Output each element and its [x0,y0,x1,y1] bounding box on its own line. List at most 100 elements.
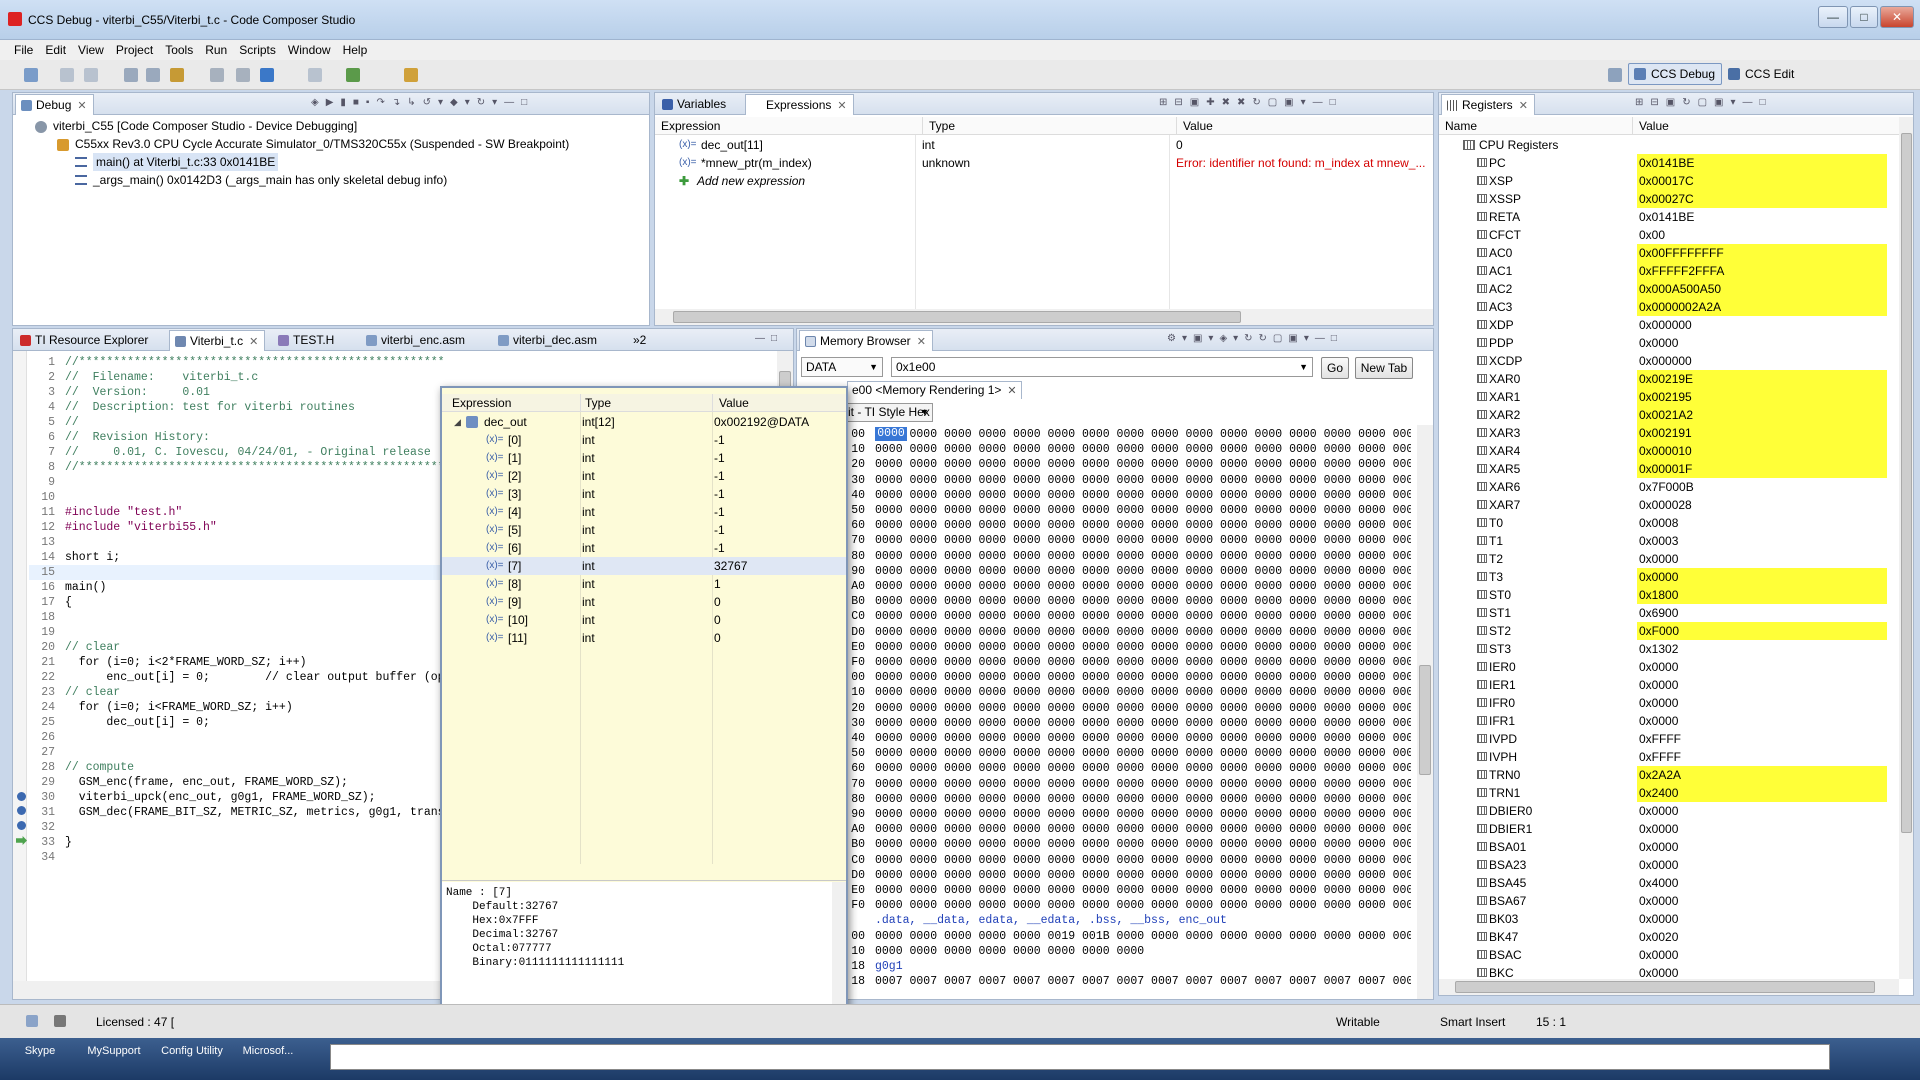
breakpoint-icon[interactable] [17,821,26,830]
register-value[interactable]: 0x2A2A [1637,766,1887,784]
close-icon[interactable]: ✕ [249,336,258,348]
register-row[interactable]: XDP 0x000000 [1439,316,1895,334]
register-value[interactable]: 0x4000 [1637,874,1887,892]
register-value[interactable]: 0x000010 [1637,442,1887,460]
minimize-button[interactable]: — [1818,6,1848,28]
memory-selected-word[interactable]: 0000 [875,427,907,441]
tab-ti-resource-explorer[interactable]: TI Resource Explorer [15,330,154,351]
menu-view[interactable]: View [78,43,104,57]
scroll-thumb[interactable] [1901,133,1912,833]
register-row[interactable]: XAR6 0x7F000B [1439,478,1895,496]
register-value[interactable]: 0x0141BE [1637,154,1887,172]
close-icon[interactable]: ✕ [917,336,926,348]
registers-hscroll[interactable] [1439,979,1899,995]
tab-overflow[interactable]: »2 [627,330,652,351]
register-row[interactable]: PDP 0x0000 [1439,334,1895,352]
register-value[interactable]: 0xFFFF [1637,748,1887,766]
col-expression[interactable]: Expression [661,117,720,135]
build-icon[interactable] [124,68,138,82]
register-value[interactable]: 0x00001F [1637,460,1887,478]
hover-root-row[interactable]: ◢ dec_out int[12] 0x002192@DATA [442,413,846,431]
register-row[interactable]: CFCT 0x00 [1439,226,1895,244]
taskbar-skype[interactable]: Skype [0,1040,80,1078]
add-expression-row[interactable]: ✚ Add new expression [655,172,1433,190]
hover-item-row[interactable]: (x)= [10] int 0 [442,611,846,629]
register-value[interactable]: 0x00027C [1637,190,1887,208]
register-value[interactable]: 0x0000 [1637,334,1887,352]
expressions-toolbar-icons[interactable]: ⊞⊟▣✚✖✖↻▢▣▾—□ [1159,97,1433,111]
hover-item-row[interactable]: (x)= [11] int 0 [442,629,846,647]
register-row[interactable]: DBIER1 0x0000 [1439,820,1895,838]
register-row[interactable]: XCDP 0x000000 [1439,352,1895,370]
register-value[interactable]: 0x0000 [1637,802,1887,820]
register-value[interactable]: 0x002191 [1637,424,1887,442]
register-row[interactable]: IVPH 0xFFFF [1439,748,1895,766]
register-value[interactable]: 0x0141BE [1637,208,1887,226]
hover-item-row[interactable]: (x)= [6] int -1 [442,539,846,557]
register-row[interactable]: ST2 0xF000 [1439,622,1895,640]
col-type[interactable]: Type [580,394,611,412]
register-row[interactable]: AC1 0xFFFFF2FFFA [1439,262,1895,280]
register-row[interactable]: TRN0 0x2A2A [1439,766,1895,784]
register-value[interactable]: 0x0000 [1637,694,1887,712]
menu-run[interactable]: Run [205,43,227,57]
debug-status-icon[interactable] [26,1015,38,1027]
tab-viterbi-dec-asm[interactable]: viterbi_dec.asm [493,330,603,351]
register-value[interactable]: 0x000028 [1637,496,1887,514]
register-value[interactable]: 0x0000 [1637,892,1887,910]
register-row[interactable]: T3 0x0000 [1439,568,1895,586]
memory-address-input[interactable]: 0x1e00 ▼ [891,357,1313,377]
register-value[interactable]: 0x0000 [1637,820,1887,838]
tab-debug[interactable]: Debug ✕ [15,94,94,115]
expressions-hscroll[interactable] [655,309,1433,325]
register-row[interactable]: BSAC 0x0000 [1439,946,1895,964]
edit-icon[interactable] [404,68,418,82]
menu-scripts[interactable]: Scripts [239,43,276,57]
register-value[interactable]: 0x00219E [1637,370,1887,388]
build-config-icon[interactable] [146,68,160,82]
run-external-icon[interactable] [346,68,360,82]
scroll-thumb[interactable] [1455,981,1875,993]
register-row[interactable]: XAR4 0x000010 [1439,442,1895,460]
hover-item-row[interactable]: (x)= [9] int 0 [442,593,846,611]
tab-variables[interactable]: Variables [657,94,732,115]
save-icon[interactable] [60,68,74,82]
memory-vscroll[interactable] [1417,425,1433,999]
col-expression[interactable]: Expression [452,394,511,412]
new-tab-button[interactable]: New Tab [1355,357,1413,379]
register-value[interactable]: 0x0008 [1637,514,1887,532]
register-row[interactable]: ST0 0x1800 [1439,586,1895,604]
tab-test-h[interactable]: TEST.H [273,330,340,351]
close-icon[interactable]: ✕ [1007,385,1016,397]
close-icon[interactable]: ✕ [837,100,846,112]
register-value[interactable]: 0x0003 [1637,532,1887,550]
debug-toolbar-icons[interactable]: ◈▶▮■▪↷↴↳↺▾◆▾↻▾—□ [311,97,649,111]
register-row[interactable]: ST3 0x1302 [1439,640,1895,658]
registers-toolbar-icons[interactable]: ⊞⊟▣↻▢▣▾—□ [1635,97,1913,111]
tab-expressions[interactable]: Expressions ✕ [745,94,854,115]
register-row[interactable]: XAR3 0x002191 [1439,424,1895,442]
register-value[interactable]: 0x0000 [1637,658,1887,676]
taskbar-microsoft[interactable]: Microsof... [228,1040,308,1078]
register-row[interactable]: XAR2 0x0021A2 [1439,406,1895,424]
hover-item-row[interactable]: (x)= [0] int -1 [442,431,846,449]
register-value[interactable]: 0x1800 [1637,586,1887,604]
menu-edit[interactable]: Edit [45,43,66,57]
menu-help[interactable]: Help [343,43,368,57]
register-row[interactable]: XAR0 0x00219E [1439,370,1895,388]
col-name[interactable]: Name [1445,117,1477,135]
taskbar-config-utility[interactable]: Config Utility [152,1040,232,1078]
register-value[interactable]: 0xF000 [1637,622,1887,640]
register-row[interactable]: BSA45 0x4000 [1439,874,1895,892]
register-row[interactable]: BK47 0x0020 [1439,928,1895,946]
register-row[interactable]: PC 0x0141BE [1439,154,1895,172]
register-value[interactable]: 0x0021A2 [1637,406,1887,424]
register-value[interactable]: 0x00FFFFFFFF [1637,244,1887,262]
license-icon[interactable] [54,1015,66,1027]
close-icon[interactable]: ✕ [1519,100,1528,112]
memory-page-select[interactable]: DATA ▼ [801,357,883,377]
register-row[interactable]: T1 0x0003 [1439,532,1895,550]
maximize-button[interactable]: □ [1850,6,1878,28]
register-value[interactable]: 0x0000 [1637,550,1887,568]
register-row[interactable]: TRN1 0x2400 [1439,784,1895,802]
